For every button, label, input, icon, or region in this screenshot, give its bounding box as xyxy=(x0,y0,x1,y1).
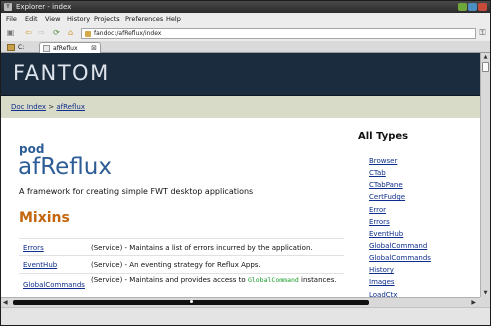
tab-bar: C: afReflux ⊠ xyxy=(1,41,490,53)
toolbar: ▣ ⇦ ⇨ ⟳ ⌂ fandoc:/afReflux/index ⚿ xyxy=(1,26,490,41)
menu-view[interactable]: View xyxy=(45,13,60,26)
mixins-heading: Mixins xyxy=(19,210,70,226)
all-types-heading: All Types xyxy=(358,131,409,142)
type-link-eventhub[interactable]: EventHub xyxy=(369,228,431,240)
tab-label: afReflux xyxy=(53,45,78,52)
type-link-globalcommands[interactable]: GlobalCommands xyxy=(369,252,431,264)
menu-file[interactable]: File xyxy=(6,13,17,26)
mixin-description: (Service) - An eventing strategy for Ref… xyxy=(91,261,261,269)
scroll-grip-icon xyxy=(190,300,193,303)
tab-label: C: xyxy=(18,44,25,51)
type-link-browser[interactable]: Browser xyxy=(369,155,431,167)
document-icon xyxy=(43,45,50,52)
scroll-right-icon[interactable]: ▶ xyxy=(471,299,476,306)
pod-title: afReflux xyxy=(18,154,112,180)
mixin-row: EventHub (Service) - An eventing strateg… xyxy=(19,255,344,273)
close-window-button[interactable] xyxy=(478,3,487,11)
type-link-ctab[interactable]: CTab xyxy=(369,167,431,179)
type-link-globalcommand[interactable]: GlobalCommand xyxy=(369,240,431,252)
pod-description: A framework for creating simple FWT desk… xyxy=(19,187,254,196)
scrollbar-corner xyxy=(480,297,490,307)
mixin-row: GlobalCommands (Service) - Maintains and… xyxy=(19,273,344,297)
code-globalcommand: GlobalCommand xyxy=(247,276,299,284)
type-link-errors[interactable]: Errors xyxy=(369,216,431,228)
menu-projects[interactable]: Projects xyxy=(94,13,120,26)
scroll-up-icon[interactable]: ▲ xyxy=(482,54,489,60)
mixin-description: (Service) - Maintains and provides acces… xyxy=(91,276,341,285)
fantom-logo: FANTOM xyxy=(13,61,110,85)
explorer-window: Y Explorer - index File Edit View Histor… xyxy=(0,0,491,326)
back-arrow-icon[interactable]: ⇦ xyxy=(24,28,33,38)
scroll-down-icon[interactable]: ▼ xyxy=(482,290,489,296)
address-text: fandoc:/afReflux/index xyxy=(94,30,162,37)
menu-help[interactable]: Help xyxy=(166,13,181,26)
mixin-description: (Service) - Maintains a list of errors i… xyxy=(91,244,313,252)
vertical-scrollbar[interactable]: ▲ ▼ xyxy=(480,53,490,297)
drive-icon xyxy=(7,44,15,51)
menu-edit[interactable]: Edit xyxy=(25,13,38,26)
refresh-icon[interactable]: ⟳ xyxy=(52,28,61,38)
menu-bar: File Edit View History Projects Preferen… xyxy=(1,13,490,26)
type-link-ctabpane[interactable]: CTabPane xyxy=(369,179,431,191)
page-icon xyxy=(85,31,91,37)
page-view: FANTOM Doc Index > afReflux pod afReflux… xyxy=(1,53,480,297)
type-link-images[interactable]: Images xyxy=(369,276,431,288)
vertical-scroll-thumb[interactable] xyxy=(482,62,489,72)
description-text: instances. xyxy=(298,276,337,284)
horizontal-scrollbar[interactable]: ◀ ▶ xyxy=(1,297,480,307)
all-types-list: Browser CTab CTabPane CertFudge Error Er… xyxy=(369,155,431,297)
home-icon[interactable]: ⌂ xyxy=(66,28,75,38)
mixin-row: Errors (Service) - Maintains a list of e… xyxy=(19,238,344,255)
menu-history[interactable]: History xyxy=(67,13,90,26)
save-icon[interactable]: ▣ xyxy=(6,28,15,38)
lock-icon[interactable]: ⚿ xyxy=(478,28,487,38)
status-bar xyxy=(1,307,490,325)
type-link-error[interactable]: Error xyxy=(369,204,431,216)
address-bar[interactable]: fandoc:/afReflux/index xyxy=(81,28,476,39)
breadcrumb-afreflux[interactable]: afReflux xyxy=(56,103,85,111)
breadcrumb: Doc Index > afReflux xyxy=(1,96,480,118)
mixin-link-errors[interactable]: Errors xyxy=(23,244,44,252)
minimize-button[interactable] xyxy=(458,3,467,11)
menu-preferences[interactable]: Preferences xyxy=(125,13,163,26)
mixin-link-globalcommands[interactable]: GlobalCommands xyxy=(23,281,85,289)
fantom-banner: FANTOM xyxy=(1,53,480,96)
window-title: Explorer - index xyxy=(16,3,72,11)
type-link-loadctx[interactable]: LoadCtx xyxy=(369,289,431,297)
forward-arrow-icon[interactable]: ⇨ xyxy=(37,28,46,38)
tab-afreflux[interactable]: afReflux ⊠ xyxy=(39,42,101,53)
type-link-certfudge[interactable]: CertFudge xyxy=(369,191,431,203)
title-bar: Y Explorer - index xyxy=(1,1,490,13)
tab-drive-c[interactable]: C: xyxy=(4,42,34,53)
type-link-history[interactable]: History xyxy=(369,264,431,276)
maximize-button[interactable] xyxy=(468,3,477,11)
scroll-left-icon[interactable]: ◀ xyxy=(3,299,8,306)
app-icon: Y xyxy=(4,3,12,11)
description-text: (Service) - Maintains and provides acces… xyxy=(91,276,248,284)
breadcrumb-separator: > xyxy=(48,103,55,111)
mixin-link-eventhub[interactable]: EventHub xyxy=(23,261,57,269)
breadcrumb-doc-index[interactable]: Doc Index xyxy=(11,103,46,111)
